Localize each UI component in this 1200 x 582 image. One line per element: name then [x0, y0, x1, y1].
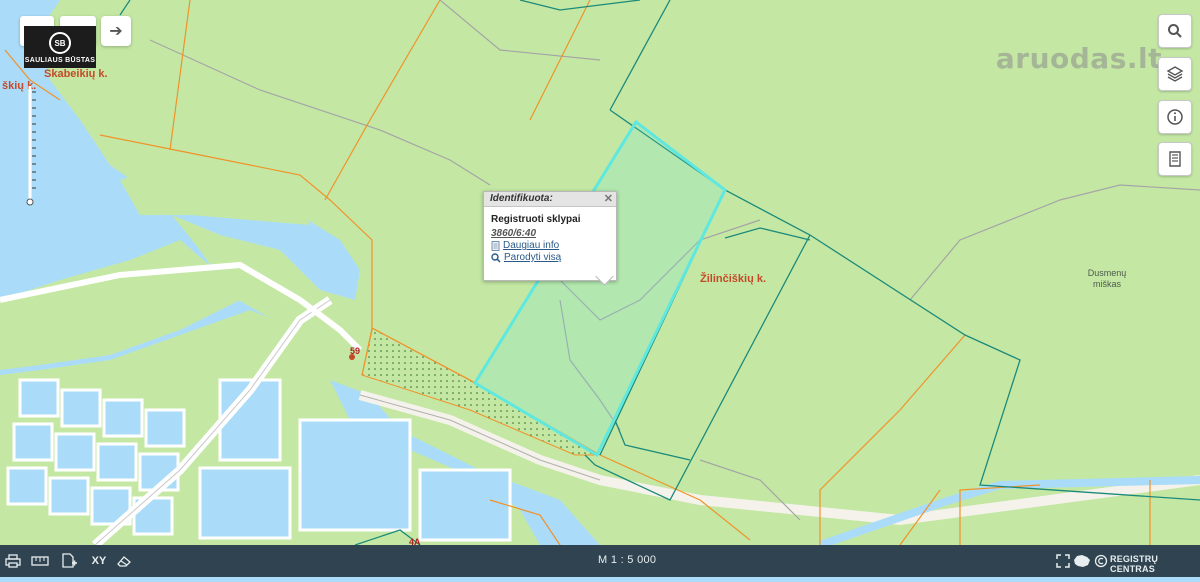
- registry-centre-label: REGISTRŲ CENTRAS: [1110, 554, 1159, 574]
- map-canvas[interactable]: [0, 0, 1200, 577]
- copyright-icon: [1092, 553, 1110, 569]
- print-button[interactable]: [4, 553, 22, 569]
- search-button[interactable]: [1158, 14, 1192, 48]
- show-all-link[interactable]: Parodyti visą: [491, 252, 609, 263]
- zoom-slider[interactable]: [26, 82, 36, 206]
- layers-icon: [1166, 66, 1184, 82]
- fullscreen-icon: [1056, 554, 1070, 568]
- info-icon: [1167, 109, 1183, 125]
- road-number-59: 59: [350, 346, 361, 356]
- arrow-right-icon: ➔: [109, 23, 123, 40]
- popup-header: Identifikuota: ✕: [484, 192, 616, 207]
- forest-label-line1: Dusmenų: [1087, 268, 1127, 278]
- fullscreen-button[interactable]: [1054, 553, 1072, 569]
- logo-emblem: SB: [49, 32, 71, 54]
- document-small-icon: [491, 240, 500, 251]
- parcel-id-link[interactable]: 3860/6:40: [491, 228, 609, 239]
- popup-body: Registruoti sklypai 3860/6:40 Daugiau in…: [484, 207, 616, 263]
- layers-button[interactable]: [1158, 57, 1192, 91]
- document-icon: [1169, 151, 1181, 167]
- share-button[interactable]: ➔: [101, 16, 131, 46]
- popup-layer-title: Registruoti sklypai: [491, 214, 581, 225]
- village-label-skabeikiu: Skabeikių k.: [44, 68, 108, 80]
- aruodas-watermark: aruodas.lt: [995, 42, 1162, 75]
- identify-popup: Identifikuota: ✕ Registruoti sklypai 386…: [483, 191, 617, 286]
- add-document-icon: [62, 553, 77, 568]
- sauliaus-bustas-logo: SB SAULIAUS BŪSTAS: [24, 26, 96, 68]
- logo-brand: SAULIAUS BŪSTAS: [24, 57, 96, 64]
- show-all-label: Parodyti visą: [504, 252, 562, 263]
- magnifier-small-icon: [491, 252, 501, 263]
- popup-header-label: Identifikuota:: [490, 193, 553, 204]
- more-info-label: Daugiau info: [503, 240, 560, 251]
- country-button[interactable]: [1073, 553, 1091, 569]
- search-icon: [1168, 24, 1182, 38]
- add-document-button[interactable]: [60, 553, 78, 569]
- ruler-icon: [31, 556, 49, 566]
- more-info-link[interactable]: Daugiau info: [491, 240, 609, 251]
- eraser-button[interactable]: [115, 553, 133, 569]
- coordinates-button[interactable]: XY: [89, 553, 109, 569]
- popup-close-icon[interactable]: ✕: [604, 192, 613, 205]
- map-scale: M 1 : 5 000: [598, 554, 657, 566]
- forest-label: Dusmenų miškas: [1082, 268, 1132, 290]
- map-svg[interactable]: [0, 0, 1200, 577]
- legend-button[interactable]: [1158, 142, 1192, 176]
- lithuania-map-icon: [1074, 555, 1090, 567]
- measure-button[interactable]: [31, 553, 49, 569]
- info-button[interactable]: [1158, 100, 1192, 134]
- bottom-toolbar: XY M 1 : 5 000 REGISTRŲ CENTRAS: [0, 545, 1200, 577]
- forest-label-line2: miškas: [1092, 279, 1121, 289]
- print-icon: [5, 554, 21, 568]
- eraser-icon: [117, 556, 131, 567]
- village-label-zilinciskiu: Žilinčiškių k.: [700, 273, 767, 285]
